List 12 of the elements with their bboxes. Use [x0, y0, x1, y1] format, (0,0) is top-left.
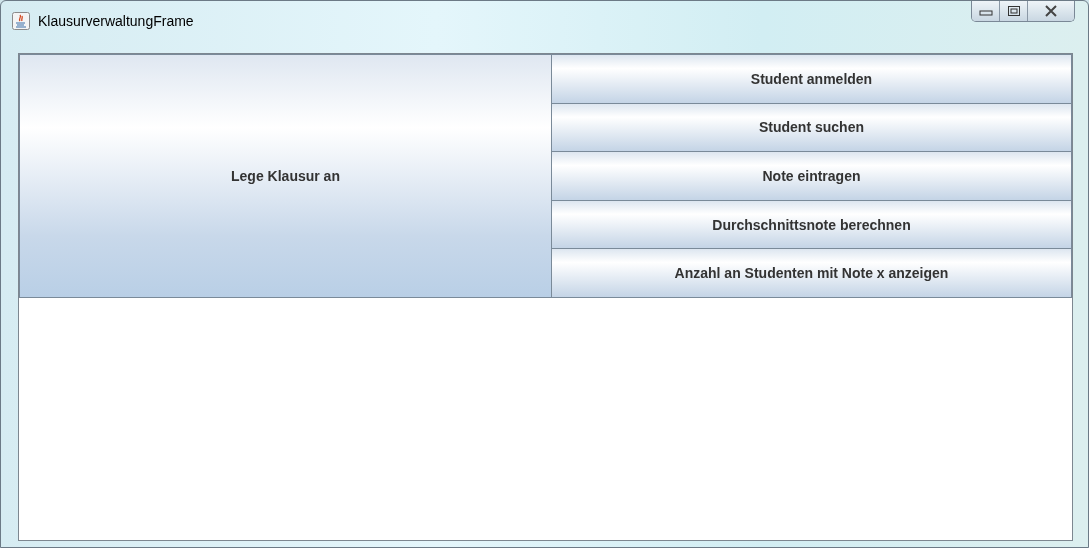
window-title: KlausurverwaltungFrame — [38, 13, 194, 29]
close-icon — [1043, 5, 1059, 17]
action-button[interactable]: Student anmelden — [552, 54, 1072, 104]
action-button[interactable]: Durchschnittsnote berechnen — [552, 200, 1072, 250]
maximize-icon — [1006, 5, 1021, 17]
action-button[interactable]: Note eintragen — [552, 152, 1072, 201]
close-button[interactable] — [1028, 1, 1074, 21]
app-icon — [12, 12, 30, 30]
maximize-button[interactable] — [1000, 1, 1028, 21]
lege-klausur-button[interactable]: Lege Klausur an — [19, 54, 552, 298]
action-button[interactable]: Student suchen — [552, 103, 1072, 153]
action-button[interactable]: Anzahl an Studenten mit Note x anzeigen — [552, 249, 1072, 298]
